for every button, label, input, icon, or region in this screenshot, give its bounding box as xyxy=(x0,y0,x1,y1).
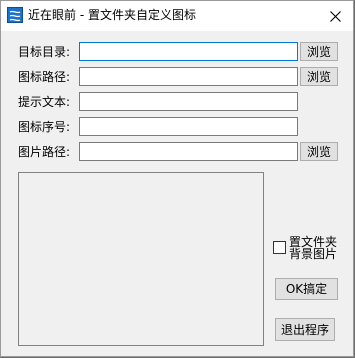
icon-path-label: 图标路径: xyxy=(18,70,71,84)
exit-button[interactable]: 退出程序 xyxy=(275,318,335,341)
ok-button[interactable]: OK搞定 xyxy=(275,278,338,300)
main-window: 近在眼前 - 置文件夹自定义图标 目标目录: 浏览 图标路径: 浏览 提示文本:… xyxy=(0,0,354,357)
image-path-label: 图片路径: xyxy=(18,145,71,159)
image-path-input[interactable] xyxy=(79,142,298,161)
icon-index-label: 图标序号: xyxy=(18,120,71,134)
set-bg-image-option[interactable]: 置文件夹背景图片 xyxy=(273,236,339,262)
image-preview xyxy=(18,172,264,346)
icon-path-input[interactable] xyxy=(79,67,298,86)
browse-target-dir-button[interactable]: 浏览 xyxy=(300,42,338,61)
title-bar[interactable]: 近在眼前 - 置文件夹自定义图标 xyxy=(1,1,353,31)
set-bg-image-checkbox[interactable] xyxy=(273,241,286,254)
tip-text-label: 提示文本: xyxy=(18,95,71,109)
window-title: 近在眼前 - 置文件夹自定义图标 xyxy=(28,8,196,22)
app-icon xyxy=(7,7,23,23)
set-bg-image-label[interactable]: 置文件夹背景图片 xyxy=(289,236,341,260)
tip-text-input[interactable] xyxy=(79,92,298,111)
close-button[interactable] xyxy=(317,1,353,31)
target-dir-label: 目标目录: xyxy=(18,45,71,59)
icon-index-input[interactable] xyxy=(79,117,298,136)
close-icon xyxy=(329,10,341,22)
browse-image-path-button[interactable]: 浏览 xyxy=(300,142,338,161)
target-dir-input[interactable] xyxy=(79,42,298,61)
browse-icon-path-button[interactable]: 浏览 xyxy=(300,67,338,86)
